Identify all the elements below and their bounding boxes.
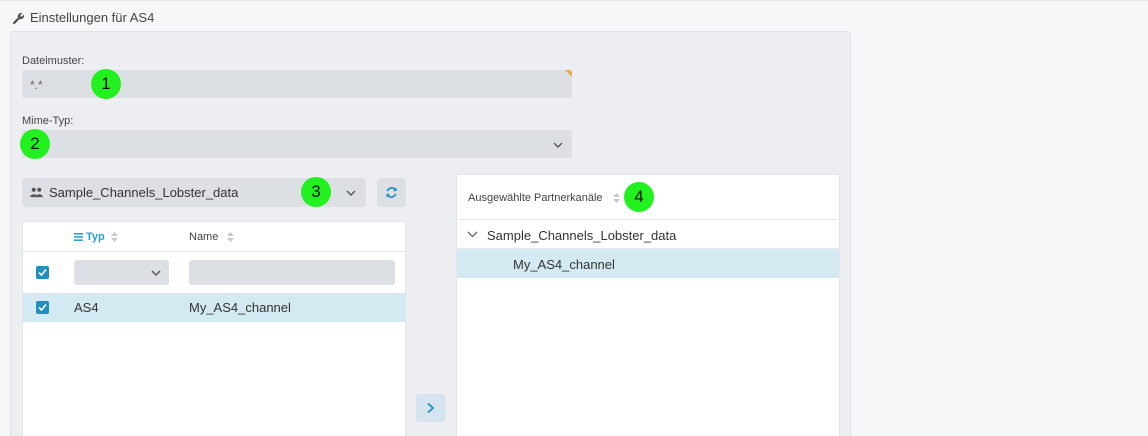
marker-2: 2 xyxy=(20,129,50,159)
channel-group-value: Sample_Channels_Lobster_data xyxy=(49,185,239,200)
chevron-down-icon xyxy=(151,270,161,276)
page-header: Einstellungen für AS4 xyxy=(0,0,1148,33)
typ-filter-select[interactable] xyxy=(74,260,169,285)
checkmark-icon xyxy=(38,268,47,277)
row-checkbox[interactable] xyxy=(36,301,49,314)
cell-name: My_AS4_channel xyxy=(189,300,291,315)
table-filter-row xyxy=(23,252,405,293)
file-pattern-label: Dateimuster: xyxy=(22,55,85,67)
marker-4: 4 xyxy=(624,182,654,212)
chevron-down-icon xyxy=(553,142,563,148)
channel-table: Typ Name AS4 My_AS4_channel xyxy=(22,221,406,436)
tree-item-label: My_AS4_channel xyxy=(513,257,615,272)
move-right-button[interactable] xyxy=(416,394,445,422)
table-header: Typ Name xyxy=(23,222,405,252)
chevron-right-icon xyxy=(427,402,435,414)
marker-1: 1 xyxy=(91,69,121,99)
name-filter-input[interactable] xyxy=(189,260,395,285)
refresh-button[interactable] xyxy=(377,178,406,207)
chevron-down-icon[interactable] xyxy=(467,231,478,238)
select-all-checkbox[interactable] xyxy=(36,266,49,279)
wrench-icon xyxy=(12,12,25,25)
column-header-name[interactable]: Name xyxy=(189,231,218,243)
file-pattern-value: *.* xyxy=(30,78,43,92)
tree-group-node[interactable]: Sample_Channels_Lobster_data xyxy=(457,220,839,249)
group-icon xyxy=(30,187,43,198)
sort-icon[interactable] xyxy=(111,232,118,242)
mime-type-select[interactable] xyxy=(22,130,572,158)
checkmark-icon xyxy=(38,303,47,312)
tree-group-label: Sample_Channels_Lobster_data xyxy=(487,228,677,243)
refresh-icon xyxy=(386,187,397,198)
list-icon xyxy=(74,233,83,241)
sort-icon[interactable] xyxy=(227,232,234,242)
chevron-down-icon xyxy=(346,190,356,196)
cell-typ: AS4 xyxy=(74,300,99,315)
tree-item[interactable]: My_AS4_channel xyxy=(457,249,839,278)
column-header-typ[interactable]: Typ xyxy=(86,231,105,243)
required-corner-indicator xyxy=(565,70,572,77)
sort-icon[interactable] xyxy=(613,193,620,203)
marker-3: 3 xyxy=(301,177,331,207)
page-title: Einstellungen für AS4 xyxy=(30,10,155,25)
panel-title: Ausgewählte Partnerkanäle xyxy=(468,192,603,204)
mime-type-label: Mime-Typ: xyxy=(22,115,74,127)
table-row[interactable]: AS4 My_AS4_channel xyxy=(23,293,405,322)
selected-partner-channels-panel: Ausgewählte Partnerkanäle Sample_Channel… xyxy=(456,174,840,436)
